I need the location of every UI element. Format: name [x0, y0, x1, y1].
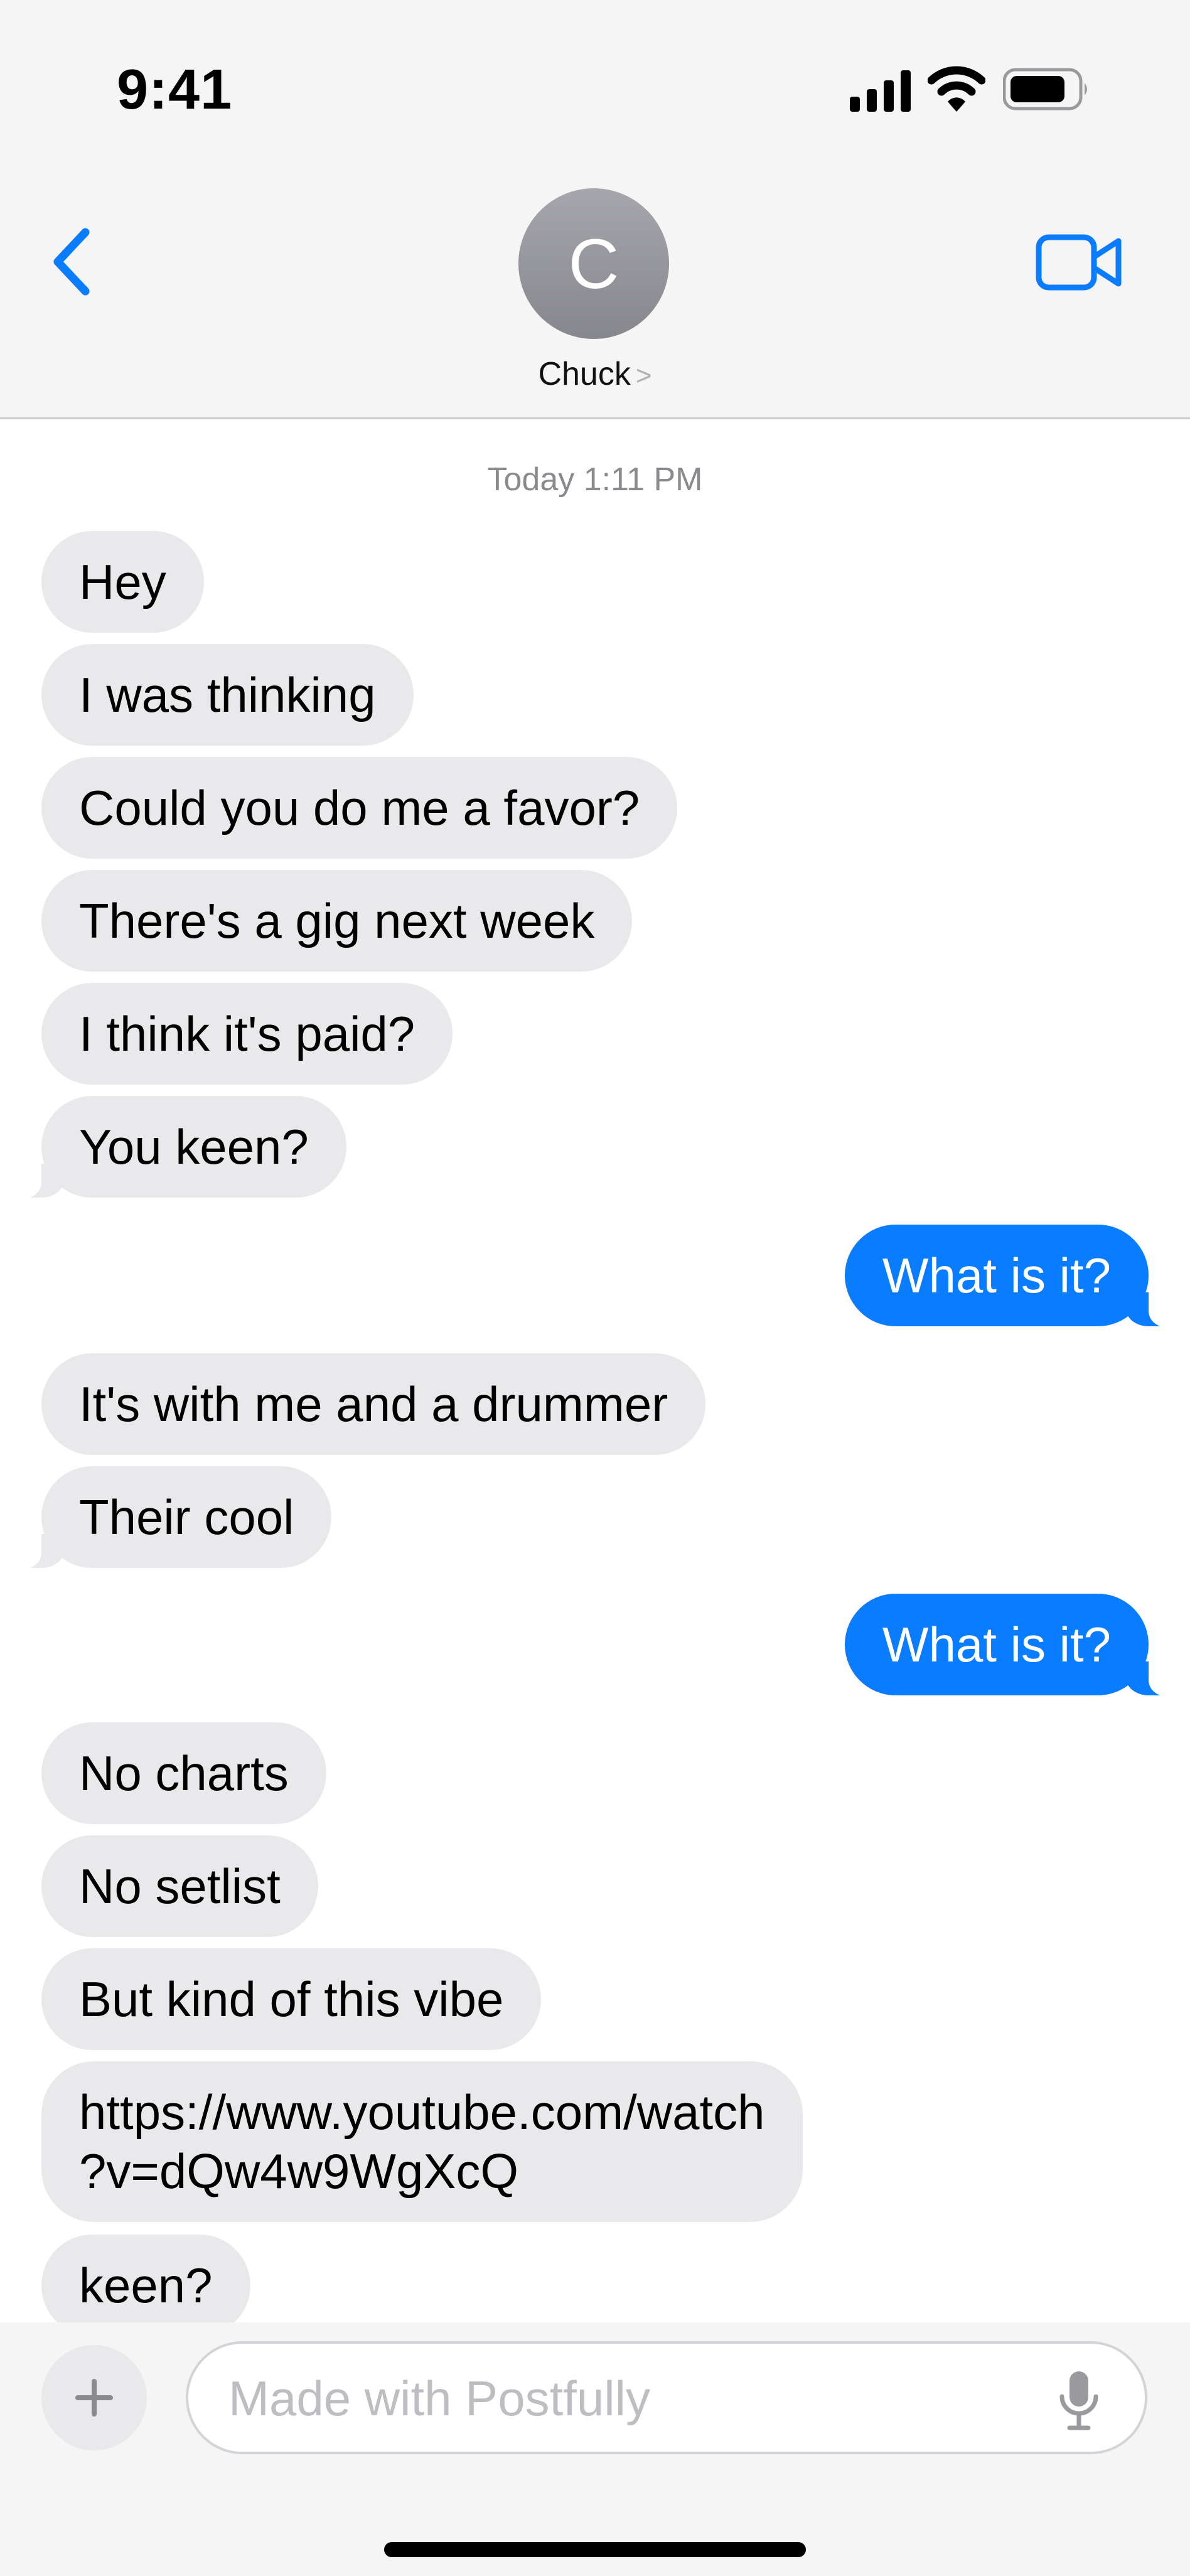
message-input[interactable]: Made with Postfully: [186, 2341, 1147, 2454]
received-message[interactable]: keen?: [41, 2235, 250, 2322]
received-message[interactable]: I think it's paid?: [41, 983, 453, 1085]
contact-avatar[interactable]: C: [518, 188, 669, 339]
wifi-icon: [928, 66, 985, 112]
add-attachment-button[interactable]: [41, 2345, 147, 2450]
compose-bar: Made with Postfully: [0, 2322, 1190, 2576]
sent-message[interactable]: What is it?: [844, 1594, 1177, 1697]
video-call-icon[interactable]: [1036, 232, 1123, 292]
received-message[interactable]: It's with me and a drummer: [41, 1353, 706, 1455]
received-message[interactable]: Hey: [41, 531, 204, 633]
link-line: https://www.youtube.com/watch: [79, 2085, 765, 2140]
sent-message[interactable]: What is it?: [844, 1225, 1177, 1328]
chevron-right-icon: >: [635, 360, 652, 391]
message-thread[interactable]: Today 1:11 PM Hey I was thinking Could y…: [0, 419, 1190, 2322]
message-input-placeholder: Made with Postfully: [228, 2371, 650, 2426]
received-link-message[interactable]: https://www.youtube.com/watch ?v=dQw4w9W…: [41, 2061, 803, 2222]
received-message[interactable]: No setlist: [41, 1835, 318, 1937]
home-indicator[interactable]: [384, 2542, 806, 2557]
back-chevron-icon[interactable]: [50, 227, 92, 296]
contact-name-button[interactable]: Chuck >: [0, 355, 1190, 393]
received-message[interactable]: You keen?: [14, 1096, 346, 1199]
link-line: ?v=dQw4w9WgXcQ: [79, 2144, 519, 2199]
contact-name-label: Chuck: [538, 356, 631, 392]
received-message[interactable]: No charts: [41, 1722, 326, 1824]
status-time: 9:41: [117, 58, 233, 121]
received-message[interactable]: But kind of this vibe: [41, 1948, 542, 2050]
microphone-icon[interactable]: [1057, 2369, 1101, 2432]
battery-icon: [1003, 68, 1087, 110]
received-message[interactable]: There's a gig next week: [41, 870, 633, 972]
plus-icon: [75, 2379, 113, 2417]
received-message[interactable]: I was thinking: [41, 644, 414, 746]
thread-timestamp: Today 1:11 PM: [487, 461, 703, 498]
avatar-initial: C: [568, 224, 619, 303]
received-message[interactable]: Their cool: [13, 1466, 332, 1569]
received-message[interactable]: Could you do me a favor?: [41, 757, 678, 859]
navigation-header: 9:41 C Chuck >: [0, 0, 1190, 419]
signal-icon: [850, 70, 911, 112]
